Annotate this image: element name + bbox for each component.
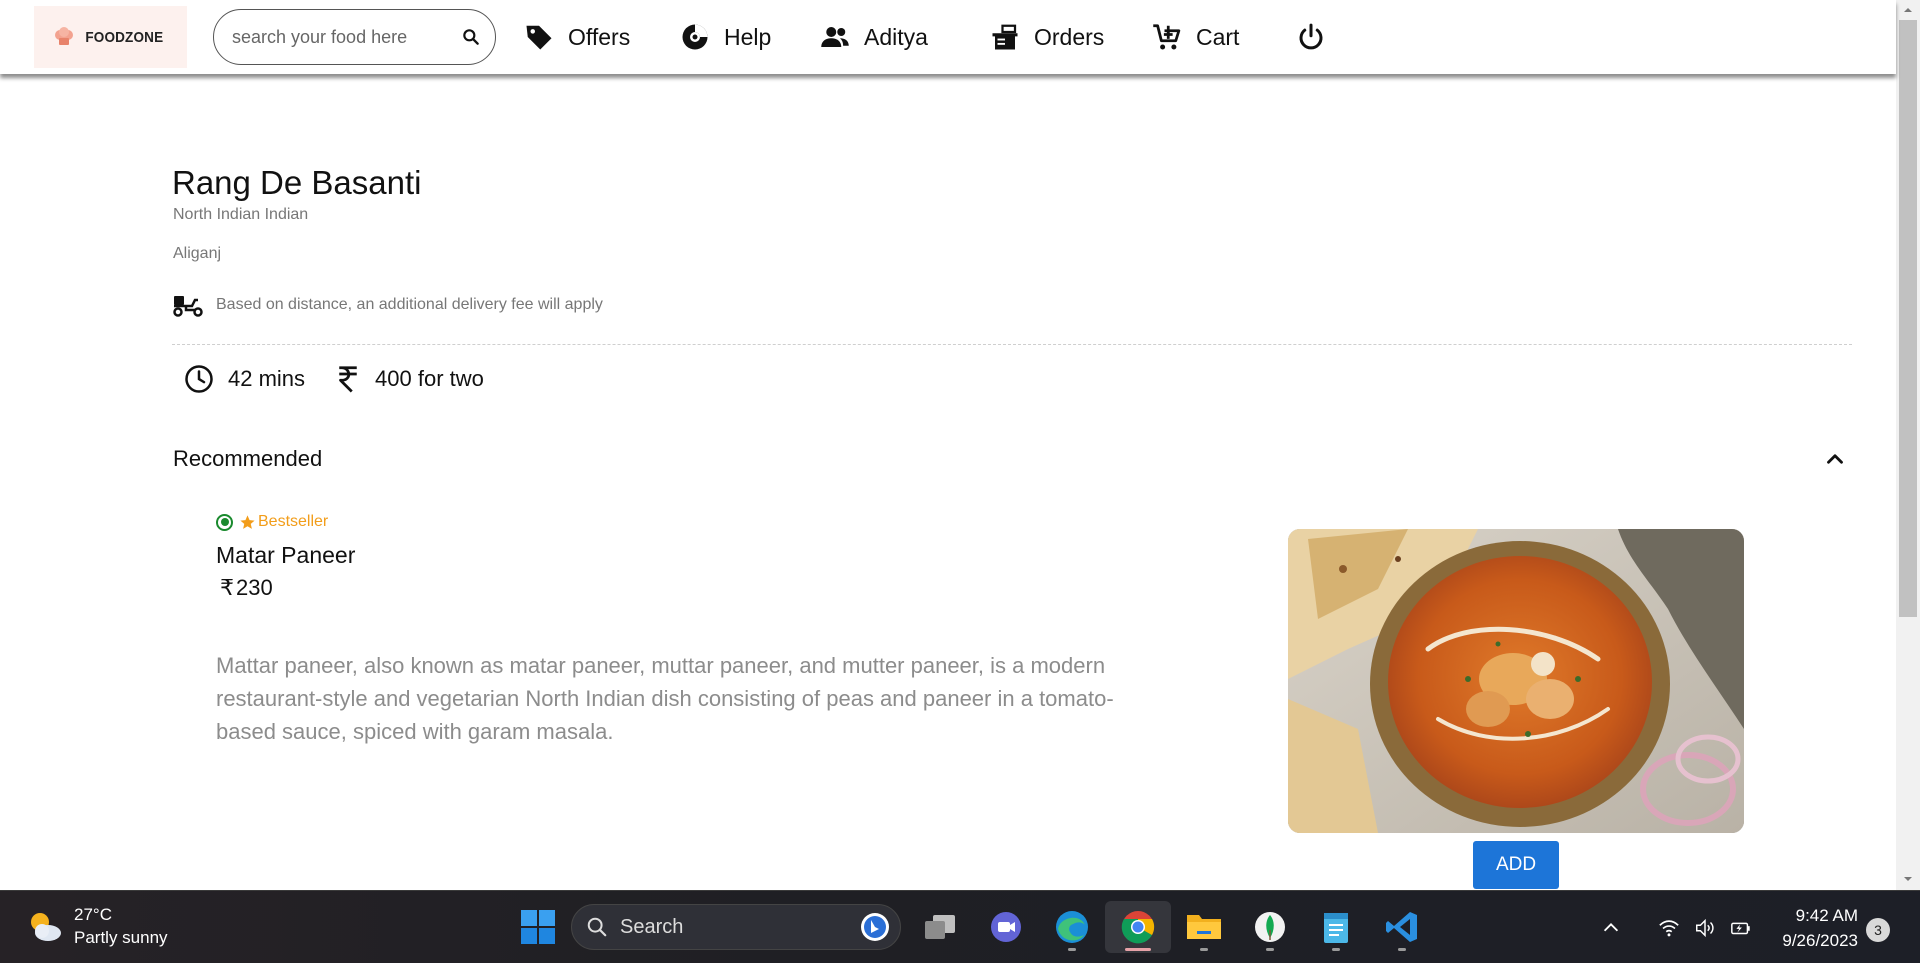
delivery-note: Based on distance, an additional deliver… [172,292,603,318]
orders-food-icon [992,24,1018,50]
power-icon [1299,23,1323,50]
foodzone-logo[interactable]: FOODZONE [34,6,187,68]
nav-orders-label: Orders [1034,23,1105,50]
notification-badge[interactable]: 3 [1866,918,1890,942]
restaurant-name: Rang De Basanti [172,164,422,201]
star-icon [240,514,255,529]
notepad-app[interactable] [1303,901,1369,953]
divider [172,344,1852,345]
scroll-up-arrow-icon[interactable] [1902,4,1914,16]
search-icon [587,917,607,937]
food-search-input[interactable] [232,26,452,48]
nav-offers-label: Offers [568,23,631,50]
add-to-cart-icon [1153,24,1181,50]
item-name: Matar Paneer [216,542,356,568]
active-indicator [1125,948,1151,951]
mongodb-leaf-icon [1255,912,1285,942]
page-scrollbar-thumb[interactable] [1899,20,1917,617]
vscode-icon [1386,912,1417,942]
nav-help[interactable]: Help [680,16,771,58]
restaurant-meta: 42 mins 400 for two [184,364,484,394]
clock-icon [185,365,213,393]
help-lifebuoy-icon [682,24,708,50]
restaurant-area: Aliganj [173,245,222,262]
chrome-app[interactable] [1105,901,1171,953]
vscode-app[interactable] [1369,901,1435,953]
running-indicator [1266,948,1274,951]
mongodb-compass-app[interactable] [1237,901,1303,953]
taskbar-apps: Search [505,901,1435,953]
file-explorer-app[interactable] [1171,901,1237,953]
running-indicator [1398,948,1406,951]
windows-taskbar: 27°C Partly sunny Search 9:42 AM 9/26/20… [0,890,1920,963]
scroll-down-arrow-icon[interactable] [1902,873,1914,885]
top-navbar: FOODZONE Offers Help Aditya Orders [0,0,1896,74]
notepad-icon [1324,913,1348,943]
search-icon[interactable] [461,27,481,47]
currency-symbol: ₹ [220,575,234,600]
chrome-browser-icon [1121,911,1155,944]
restaurant-content: Rang De Basanti North Indian Indian Alig… [0,74,1896,890]
nav-user-label: Aditya [864,23,928,50]
food-search-box[interactable] [213,9,496,65]
section-title-recommended: Recommended [173,446,323,471]
cost-for-two: 400 for two [375,366,484,391]
chevron-up-icon[interactable] [1600,917,1622,939]
system-tray [1600,891,1752,964]
running-indicator [1200,948,1208,951]
item-badge-row: Bestseller [216,513,328,531]
edge-browser-icon [1056,911,1088,943]
taskbar-search[interactable]: Search [571,904,901,950]
bing-chat-icon[interactable] [860,912,890,942]
task-view-icon [925,915,955,939]
folder-icon [1187,915,1221,939]
windows-logo-icon [521,910,555,944]
matar-paneer-image [1288,529,1744,833]
user-group-icon [821,27,849,47]
logo-text: FOODZONE [85,28,164,46]
taskbar-clock[interactable]: 9:42 AM 9/26/2023 [1762,903,1858,953]
delivery-scooter-icon [173,296,203,317]
nav-offers[interactable]: Offers [524,16,630,58]
nav-cart[interactable]: Cart [1152,16,1239,58]
rupee-icon [339,366,357,393]
item-description: Mattar paneer, also known as matar panee… [216,653,1114,744]
bestseller-badge: Bestseller [239,513,328,531]
clock-date: 9/26/2023 [1782,931,1858,950]
chevron-up-icon[interactable] [1822,446,1848,472]
task-view-button[interactable] [907,901,973,953]
delivery-note-text: Based on distance, an additional deliver… [216,296,603,313]
veg-indicator-icon [216,513,233,531]
item-price-value: 230 [236,575,273,600]
battery-charging-icon[interactable] [1730,917,1752,939]
clock-time: 9:42 AM [1795,906,1858,925]
running-indicator [1068,948,1076,951]
nav-cart-label: Cart [1196,23,1240,50]
wifi-icon[interactable] [1658,917,1680,939]
restaurant-cuisine: North Indian Indian [173,206,309,223]
weather-temp: 27°C [74,905,112,924]
running-indicator [1332,948,1340,951]
taskbar-search-label: Search [620,915,684,938]
nav-help-label: Help [724,23,772,50]
bestseller-label: Bestseller [258,513,329,530]
partly-sunny-icon [31,913,61,941]
weather-widget[interactable]: 27°C Partly sunny [24,903,168,949]
logout-button[interactable] [1296,16,1326,58]
volume-icon[interactable] [1694,917,1716,939]
add-to-cart-button[interactable]: ADD [1473,841,1559,889]
nav-user[interactable]: Aditya [820,16,928,58]
delivery-time: 42 mins [228,366,306,391]
tag-icon [526,25,552,50]
edge-app[interactable] [1039,901,1105,953]
video-call-icon [991,912,1021,942]
item-price: ₹ 230 [220,575,273,601]
weather-desc: Partly sunny [74,928,168,947]
start-button[interactable] [505,901,571,953]
teams-meet-app[interactable] [973,901,1039,953]
browser-page: FOODZONE Offers Help Aditya Orders [0,0,1920,890]
nav-orders[interactable]: Orders [990,16,1104,58]
food-image [1288,529,1744,833]
chef-hat-icon [55,27,74,45]
